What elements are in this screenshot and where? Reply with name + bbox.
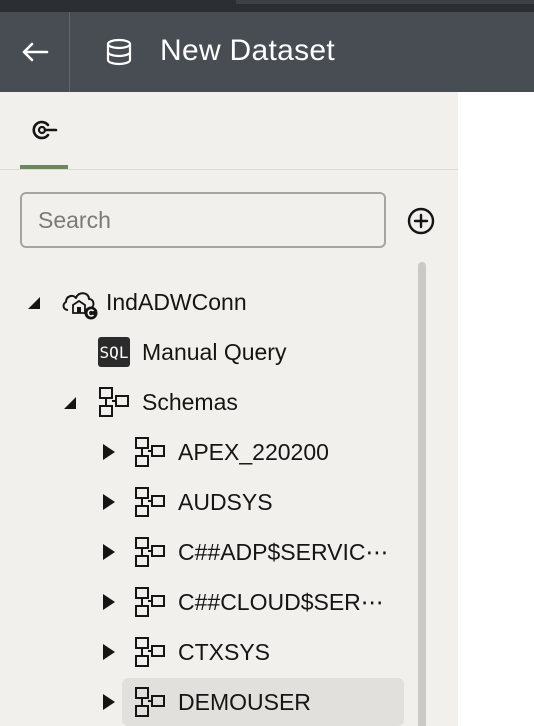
search-input[interactable]: [20, 192, 386, 248]
tree-item-schema[interactable]: C##ADP$SERVIC⋯: [0, 527, 410, 577]
tree-item-label: Schemas: [142, 388, 238, 415]
tree-item-label: CTXSYS: [178, 638, 271, 665]
tree-item-label: C##ADP$SERVIC⋯: [178, 538, 389, 565]
sql-icon: SQL: [98, 337, 130, 367]
schema-icon: [135, 537, 165, 567]
tree-item-label: DEMOUSER: [178, 688, 311, 715]
tree-item-schema[interactable]: C##CLOUD$SER⋯: [0, 577, 410, 627]
connection-icon[interactable]: [28, 118, 58, 142]
schema-icon: [135, 587, 165, 617]
tree-scrollbar[interactable]: [418, 262, 426, 726]
schema-icon: [135, 487, 165, 517]
arrow-left-icon: [22, 42, 48, 62]
tree-item-schema[interactable]: AUDSYS: [0, 477, 410, 527]
tree-item-label: Manual Query: [142, 338, 287, 365]
top-strip-segment: [236, 0, 534, 4]
caret-right-icon[interactable]: [100, 444, 116, 460]
tree-item-label: APEX_220200: [178, 438, 329, 465]
plus-circle-icon[interactable]: [406, 206, 436, 236]
caret-right-icon[interactable]: [100, 694, 116, 710]
tree-item-manual-query[interactable]: SQL Manual Query: [0, 327, 410, 377]
tree-item-schema[interactable]: APEX_220200: [0, 427, 410, 477]
page-title: New Dataset: [160, 34, 336, 67]
tree-item-label: AUDSYS: [178, 488, 273, 515]
tree-item-label: IndADWConn: [106, 288, 247, 315]
tree-item-schema-selected[interactable]: DEMOUSER: [0, 677, 410, 726]
app-header: New Dataset: [0, 12, 534, 92]
tree-item-label: C##CLOUD$SER⋯: [178, 588, 384, 615]
cloud-connection-icon: [62, 292, 98, 320]
caret-down-icon[interactable]: [62, 394, 78, 410]
schema-icon: [99, 387, 129, 417]
schema-icon: [135, 437, 165, 467]
caret-right-icon[interactable]: [100, 644, 116, 660]
back-button[interactable]: [0, 12, 70, 92]
schema-icon: [135, 687, 165, 717]
tree-item-connection[interactable]: IndADWConn: [0, 277, 410, 327]
caret-right-icon[interactable]: [100, 594, 116, 610]
data-source-panel: IndADWConn SQL Manual Query Schemas APEX…: [0, 92, 458, 726]
tab-divider: [0, 169, 458, 170]
caret-down-icon[interactable]: [26, 294, 42, 310]
browser-top-strip: [0, 0, 534, 12]
tree-item-schema[interactable]: CTXSYS: [0, 627, 410, 677]
schema-icon: [135, 637, 165, 667]
caret-right-icon[interactable]: [100, 544, 116, 560]
tree-item-schemas[interactable]: Schemas: [0, 377, 410, 427]
content-area: [458, 92, 534, 726]
caret-right-icon[interactable]: [100, 494, 116, 510]
database-icon: [106, 38, 132, 66]
